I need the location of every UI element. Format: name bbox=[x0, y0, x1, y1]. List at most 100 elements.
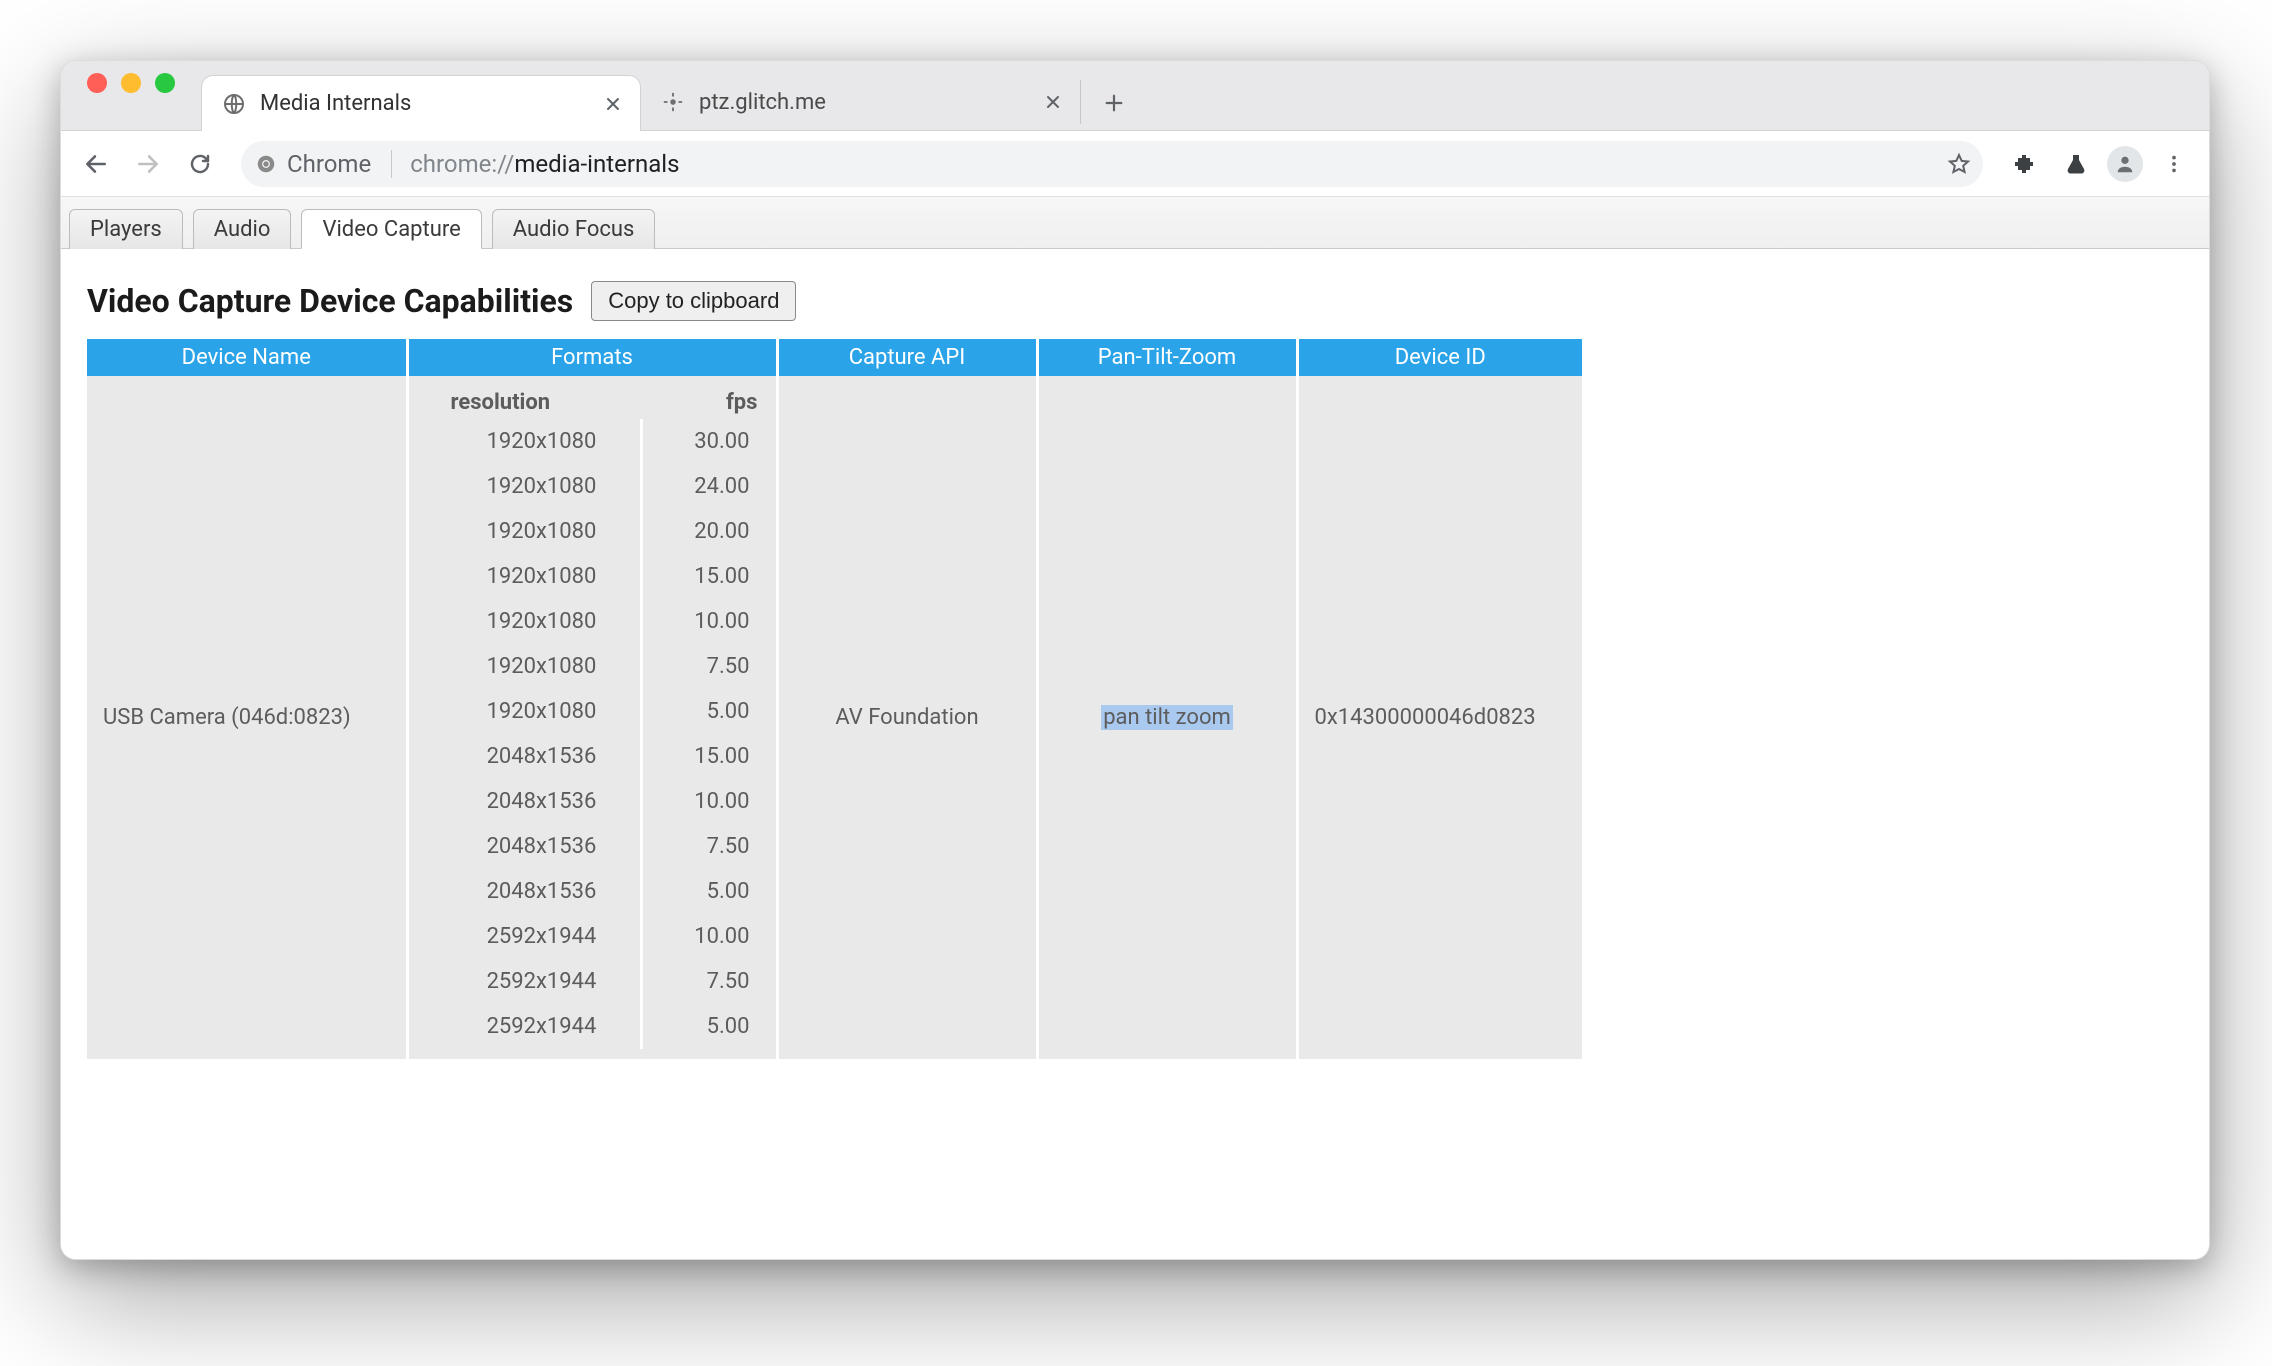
device-capabilities-table: Device Name Formats Capture API Pan-Tilt… bbox=[87, 339, 1582, 1059]
format-resolution: 2592x1944 bbox=[443, 959, 642, 1004]
format-fps: 10.00 bbox=[642, 914, 766, 959]
page-content: Players Audio Video Capture Audio Focus … bbox=[61, 197, 2209, 1259]
col-capture-api[interactable]: Capture API bbox=[777, 339, 1037, 376]
col-formats[interactable]: Formats bbox=[407, 339, 777, 376]
format-resolution: 1920x1080 bbox=[443, 419, 642, 464]
extensions-button[interactable] bbox=[2003, 143, 2045, 185]
format-fps: 5.00 bbox=[642, 1004, 766, 1049]
person-icon bbox=[2114, 153, 2136, 175]
tab-media-internals[interactable]: Media Internals bbox=[201, 75, 641, 131]
format-fps: 15.00 bbox=[642, 734, 766, 779]
ptz-value: pan tilt zoom bbox=[1101, 705, 1233, 730]
cell-device-id: 0x14300000046d0823 bbox=[1297, 376, 1582, 1059]
chrome-icon bbox=[255, 153, 277, 175]
format-fps: 7.50 bbox=[642, 959, 766, 1004]
table-header-row: Device Name Formats Capture API Pan-Tilt… bbox=[87, 339, 1582, 376]
bookmark-star-icon[interactable] bbox=[1947, 152, 1971, 176]
format-row: 2048x15367.50 bbox=[443, 824, 766, 869]
format-fps: 5.00 bbox=[642, 689, 766, 734]
address-bar[interactable]: Chrome chrome://media-internals bbox=[241, 141, 1983, 187]
format-resolution: 2592x1944 bbox=[443, 914, 642, 959]
window-controls bbox=[79, 61, 175, 130]
format-resolution: 2048x1536 bbox=[443, 779, 642, 824]
divider bbox=[391, 150, 392, 178]
format-fps: 5.00 bbox=[642, 869, 766, 914]
format-fps: 24.00 bbox=[642, 464, 766, 509]
format-resolution: 1920x1080 bbox=[443, 554, 642, 599]
format-fps: 10.00 bbox=[642, 779, 766, 824]
cell-formats: resolution fps 1920x108030.001920x108024… bbox=[407, 376, 777, 1059]
format-resolution: 2048x1536 bbox=[443, 824, 642, 869]
url-scheme: chrome:// bbox=[410, 150, 514, 178]
format-fps: 7.50 bbox=[642, 644, 766, 689]
reload-button[interactable] bbox=[179, 143, 221, 185]
globe-icon bbox=[222, 92, 246, 116]
url-path: media-internals bbox=[514, 150, 679, 178]
format-resolution: 1920x1080 bbox=[443, 599, 642, 644]
format-row: 2048x153615.00 bbox=[443, 734, 766, 779]
back-button[interactable] bbox=[75, 143, 117, 185]
tab-audio-focus[interactable]: Audio Focus bbox=[492, 209, 656, 249]
tab-strip: Media Internals ptz.glitch.me bbox=[61, 61, 2209, 131]
format-row: 1920x10807.50 bbox=[443, 644, 766, 689]
site-chip[interactable]: Chrome bbox=[255, 150, 398, 178]
format-row: 1920x108030.00 bbox=[443, 419, 766, 464]
toolbar: Chrome chrome://media-internals bbox=[61, 131, 2209, 197]
format-fps: 20.00 bbox=[642, 509, 766, 554]
cell-device-name: USB Camera (046d:0823) bbox=[87, 376, 407, 1059]
new-tab-button[interactable] bbox=[1093, 82, 1135, 124]
col-device-name[interactable]: Device Name bbox=[87, 339, 407, 376]
copy-to-clipboard-button[interactable]: Copy to clipboard bbox=[591, 281, 796, 321]
crosshair-icon bbox=[661, 90, 685, 114]
browser-window: Media Internals ptz.glitch.me bbox=[60, 60, 2210, 1260]
col-device-id[interactable]: Device ID bbox=[1297, 339, 1582, 376]
format-fps: 10.00 bbox=[642, 599, 766, 644]
site-chip-label: Chrome bbox=[287, 150, 371, 178]
close-tab-button[interactable] bbox=[604, 95, 622, 113]
labs-button[interactable] bbox=[2055, 143, 2097, 185]
format-row: 1920x108024.00 bbox=[443, 464, 766, 509]
tab-video-capture[interactable]: Video Capture bbox=[301, 209, 481, 249]
cell-ptz: pan tilt zoom bbox=[1037, 376, 1297, 1059]
format-resolution: 1920x1080 bbox=[443, 689, 642, 734]
format-fps: 15.00 bbox=[642, 554, 766, 599]
tab-audio[interactable]: Audio bbox=[193, 209, 292, 249]
format-row: 1920x108010.00 bbox=[443, 599, 766, 644]
format-resolution: 2048x1536 bbox=[443, 869, 642, 914]
formats-subtable: resolution fps 1920x108030.001920x108024… bbox=[443, 386, 766, 1049]
minimize-window-button[interactable] bbox=[121, 73, 141, 93]
tab-players[interactable]: Players bbox=[69, 209, 183, 249]
format-fps: 30.00 bbox=[642, 419, 766, 464]
cell-capture-api: AV Foundation bbox=[777, 376, 1037, 1059]
zoom-window-button[interactable] bbox=[155, 73, 175, 93]
forward-button[interactable] bbox=[127, 143, 169, 185]
format-row: 1920x10805.00 bbox=[443, 689, 766, 734]
url-text: chrome://media-internals bbox=[410, 150, 679, 178]
close-window-button[interactable] bbox=[87, 73, 107, 93]
format-row: 1920x108015.00 bbox=[443, 554, 766, 599]
tab-ptz-glitch[interactable]: ptz.glitch.me bbox=[641, 80, 1081, 124]
format-row: 2592x19445.00 bbox=[443, 1004, 766, 1049]
tab-title: ptz.glitch.me bbox=[699, 90, 1030, 115]
format-row: 2592x19447.50 bbox=[443, 959, 766, 1004]
internal-tabs: Players Audio Video Capture Audio Focus bbox=[61, 197, 2209, 249]
col-ptz[interactable]: Pan-Tilt-Zoom bbox=[1037, 339, 1297, 376]
format-row: 2048x15365.00 bbox=[443, 869, 766, 914]
profile-avatar[interactable] bbox=[2107, 146, 2143, 182]
format-resolution: 1920x1080 bbox=[443, 644, 642, 689]
page-title: Video Capture Device Capabilities bbox=[87, 282, 573, 320]
fmt-col-fps: fps bbox=[642, 386, 766, 419]
fmt-col-resolution: resolution bbox=[443, 386, 642, 419]
format-resolution: 2048x1536 bbox=[443, 734, 642, 779]
format-row: 1920x108020.00 bbox=[443, 509, 766, 554]
format-resolution: 2592x1944 bbox=[443, 1004, 642, 1049]
format-resolution: 1920x1080 bbox=[443, 509, 642, 554]
format-row: 2592x194410.00 bbox=[443, 914, 766, 959]
table-row: USB Camera (046d:0823) resolution fps 19… bbox=[87, 376, 1582, 1059]
format-row: 2048x153610.00 bbox=[443, 779, 766, 824]
tab-title: Media Internals bbox=[260, 91, 590, 116]
format-resolution: 1920x1080 bbox=[443, 464, 642, 509]
format-fps: 7.50 bbox=[642, 824, 766, 869]
close-tab-button[interactable] bbox=[1044, 93, 1062, 111]
menu-button[interactable] bbox=[2153, 143, 2195, 185]
